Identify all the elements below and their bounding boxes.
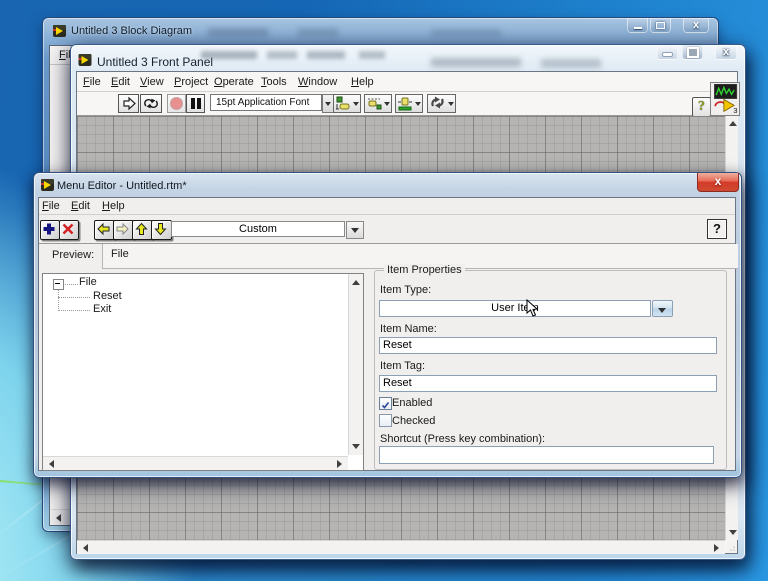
svg-text:3: 3 [733,106,737,114]
